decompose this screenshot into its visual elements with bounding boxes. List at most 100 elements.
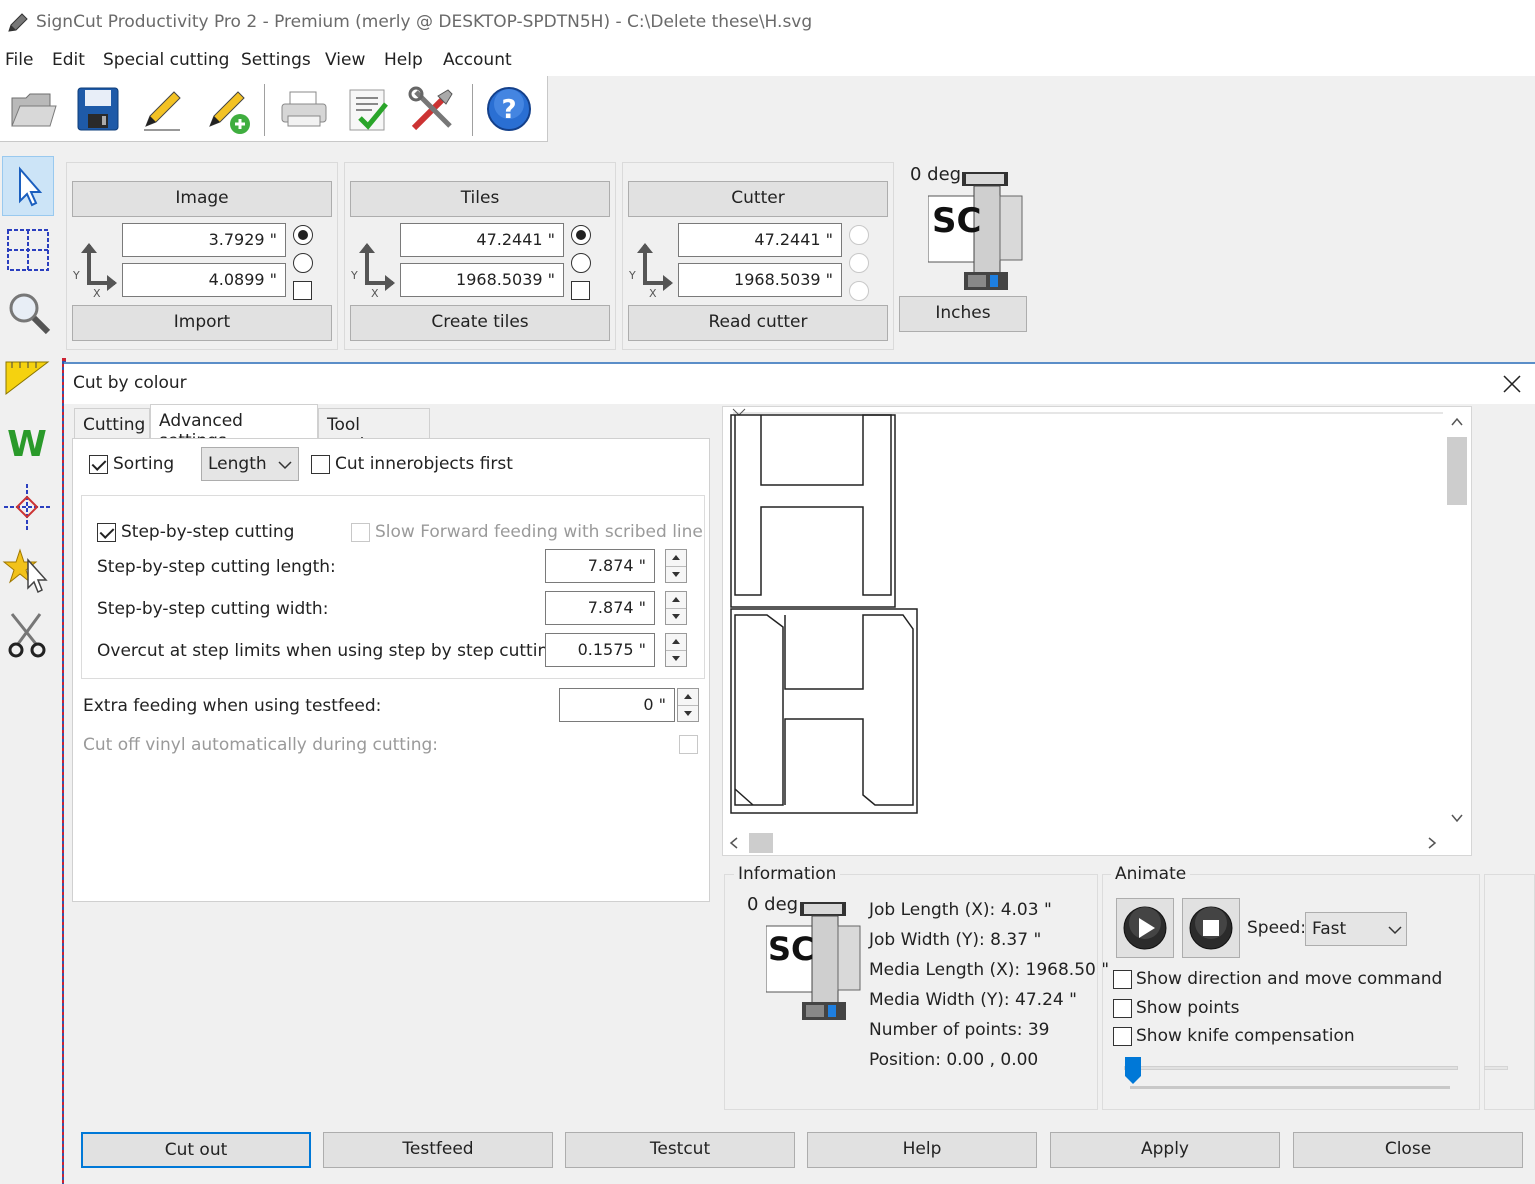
menu-special-cutting[interactable]: Special cutting [103, 50, 229, 70]
menu-settings[interactable]: Settings [241, 50, 311, 70]
vertical-scrollbar[interactable] [1445, 413, 1469, 833]
tiles-button[interactable]: Tiles [350, 181, 610, 217]
cutter-x-field[interactable]: 47.2441 " [678, 223, 842, 257]
overcut-field[interactable]: 0.1575 " [545, 633, 655, 667]
zoom-icon [9, 293, 51, 335]
show-points-checkbox[interactable] [1113, 999, 1132, 1018]
image-x-field[interactable]: 3.7929 " [122, 223, 286, 257]
tiles-radio-1[interactable] [571, 225, 591, 245]
tiles-y-field[interactable]: 1968.5039 " [400, 263, 564, 297]
svg-text:W: W [7, 424, 47, 465]
create-tiles-button[interactable]: Create tiles [350, 305, 610, 341]
cutter-logo-icon[interactable]: SC [928, 168, 1026, 294]
save-icon[interactable] [76, 86, 120, 132]
scroll-right-icon[interactable] [1427, 837, 1437, 849]
scissors-tool[interactable] [2, 604, 54, 664]
window-title: SignCut Productivity Pro 2 - Premium (me… [36, 12, 813, 32]
show-direction-checkbox[interactable] [1113, 970, 1132, 989]
extra-feed-field[interactable]: 0 " [559, 688, 675, 722]
job-settings-panel: Image Y X 3.7929 " 4.0899 " Import Tiles… [62, 148, 1535, 356]
image-radio-1[interactable] [293, 225, 313, 245]
menu-view[interactable]: View [325, 50, 365, 70]
help-button[interactable]: Help [807, 1132, 1037, 1168]
chevron-down-icon [278, 461, 292, 470]
scroll-down-icon[interactable] [1451, 813, 1463, 823]
step-width-spinner[interactable] [665, 591, 687, 625]
animation-slider-track[interactable] [1124, 1066, 1458, 1070]
checklist-icon[interactable] [346, 86, 392, 134]
open-folder-icon[interactable] [10, 88, 58, 132]
horizontal-scroll-thumb[interactable] [749, 833, 773, 853]
logo-text: SC [932, 201, 981, 241]
ruler-tool[interactable] [2, 348, 54, 408]
pen-icon[interactable] [140, 86, 184, 134]
step-width-label: Step-by-step cutting width: [97, 599, 329, 619]
cutter-button[interactable]: Cutter [628, 181, 888, 217]
image-button[interactable]: Image [72, 181, 332, 217]
show-direction-label: Show direction and move command [1136, 969, 1443, 989]
grid-select-tool[interactable] [2, 220, 54, 280]
registration-mark-tool[interactable] [2, 476, 54, 536]
animation-slider-thumb[interactable] [1124, 1056, 1142, 1086]
cut-preview-canvas[interactable] [722, 406, 1472, 856]
close-button[interactable]: Close [1293, 1132, 1523, 1168]
cut-inner-first-checkbox[interactable] [311, 455, 330, 474]
sorting-select[interactable]: Length [201, 447, 299, 481]
apply-button[interactable]: Apply [1050, 1132, 1280, 1168]
step-by-step-checkbox[interactable] [97, 523, 116, 542]
step-length-spinner[interactable] [665, 549, 687, 583]
show-knife-compensation-checkbox[interactable] [1113, 1027, 1132, 1046]
scroll-left-icon[interactable] [729, 837, 739, 849]
pointer-tool[interactable] [2, 156, 54, 216]
menu-file[interactable]: File [5, 50, 33, 70]
scissors-icon [8, 613, 46, 658]
image-radio-2[interactable] [293, 253, 313, 273]
step-width-field[interactable]: 7.874 " [545, 591, 655, 625]
star-cursor-tool[interactable] [2, 540, 54, 600]
menu-account[interactable]: Account [443, 50, 512, 70]
step-length-field[interactable]: 7.874 " [545, 549, 655, 583]
scroll-up-icon[interactable] [1451, 417, 1463, 427]
help-icon[interactable]: ? [486, 86, 532, 132]
registration-mark-icon [4, 484, 50, 530]
tab-advanced-settings[interactable]: Advanced settings [150, 404, 318, 451]
tiles-lock-checkbox[interactable] [571, 281, 590, 300]
cutter-y-field[interactable]: 1968.5039 " [678, 263, 842, 297]
pen-add-icon[interactable] [204, 86, 254, 136]
speed-select[interactable]: Fast [1305, 912, 1407, 946]
import-button[interactable]: Import [72, 305, 332, 341]
app-pen-icon [8, 13, 28, 32]
cutter-radio-1 [849, 225, 869, 245]
overcut-spinner[interactable] [665, 633, 687, 667]
zoom-tool[interactable] [2, 284, 54, 344]
vertical-scroll-thumb[interactable] [1447, 437, 1467, 505]
tab-cutting[interactable]: Cutting [74, 408, 150, 442]
weed-tool[interactable]: W [2, 412, 54, 472]
extra-feed-spinner[interactable] [677, 688, 699, 722]
stop-button[interactable] [1182, 898, 1240, 958]
image-y-field[interactable]: 4.0899 " [122, 263, 286, 297]
play-icon [1123, 906, 1167, 950]
play-button[interactable] [1116, 898, 1174, 958]
menu-edit[interactable]: Edit [52, 50, 85, 70]
cutter-radio-3 [849, 281, 869, 301]
tab-tool-settings[interactable]: Tool settings [318, 408, 430, 455]
x-axis-label: X [371, 287, 379, 299]
tools-icon[interactable] [408, 86, 456, 134]
menu-help[interactable]: Help [384, 50, 423, 70]
cut-out-button[interactable]: Cut out [81, 1132, 311, 1168]
image-lock-checkbox[interactable] [293, 281, 312, 300]
sorting-checkbox[interactable] [89, 455, 108, 474]
tiles-x-field[interactable]: 47.2441 " [400, 223, 564, 257]
testcut-button[interactable]: Testcut [565, 1132, 795, 1168]
units-button[interactable]: Inches [899, 296, 1027, 332]
close-icon[interactable] [1502, 374, 1522, 394]
read-cutter-button[interactable]: Read cutter [628, 305, 888, 341]
side-slider-track [1484, 1066, 1508, 1070]
slow-forward-label: Slow Forward feeding with scribed line [375, 522, 703, 542]
horizontal-scrollbar[interactable] [723, 831, 1445, 855]
printer-icon[interactable] [280, 90, 328, 130]
svg-text:?: ? [501, 95, 516, 125]
tiles-radio-2[interactable] [571, 253, 591, 273]
testfeed-button[interactable]: Testfeed [323, 1132, 553, 1168]
